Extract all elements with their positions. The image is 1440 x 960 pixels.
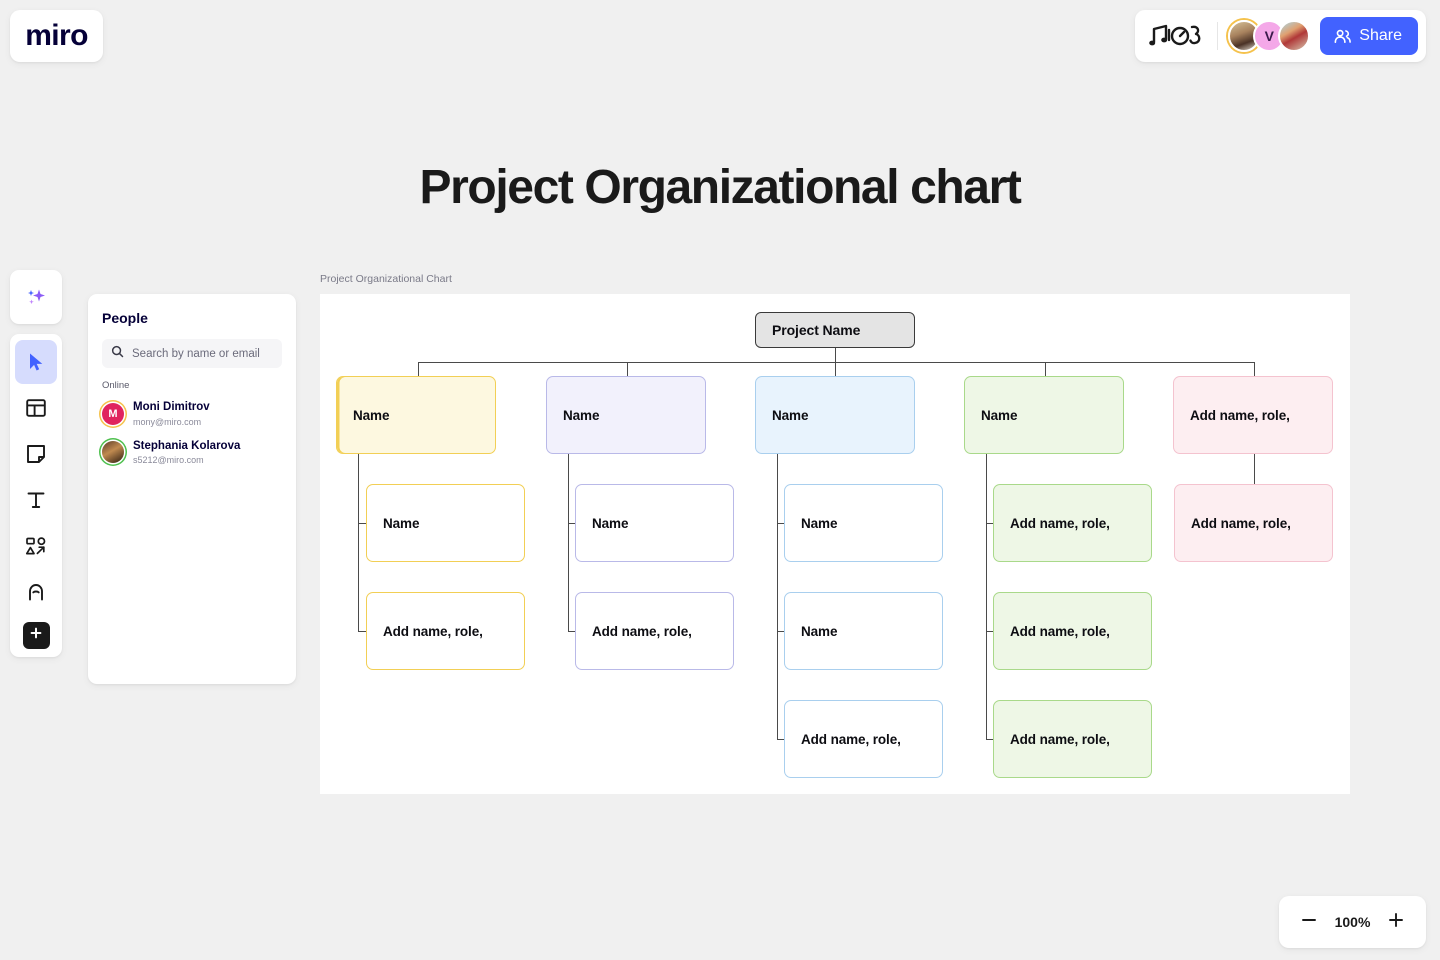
connector-spine (777, 454, 778, 739)
templates-icon (24, 396, 48, 420)
music-notes-timer-doodle-icon[interactable] (1149, 21, 1207, 51)
top-right-toolbar: V Share (1135, 10, 1426, 62)
toolbar-divider (1217, 22, 1218, 50)
connector-child (777, 739, 784, 740)
zoom-level-value[interactable]: 100% (1335, 914, 1371, 930)
cursor-select-icon (25, 351, 47, 373)
sidebar-item-shapes[interactable] (15, 524, 57, 568)
sticky-note-icon (24, 442, 48, 466)
connector-child (568, 631, 575, 632)
sidebar-item-select[interactable] (15, 340, 57, 384)
connector-spine (358, 454, 359, 631)
plus-icon (1386, 910, 1406, 935)
org-node-child[interactable]: Name (784, 592, 943, 670)
person-name: Stephania Kolarova (133, 439, 240, 455)
org-node-child[interactable]: Add name, role, (366, 592, 525, 670)
avatar (102, 441, 124, 463)
people-search-box[interactable] (102, 339, 282, 368)
toolbar-main-panel (10, 334, 62, 657)
avatar: M (102, 403, 124, 425)
org-node-child[interactable]: Add name, role, (784, 700, 943, 778)
list-item[interactable]: M Moni Dimitrov mony@miro.com (102, 400, 282, 428)
sidebar-item-more-apps[interactable] (23, 622, 50, 649)
org-node-child[interactable]: Add name, role, (993, 484, 1152, 562)
people-panel: People Online M Moni Dimitrov mony@miro.… (88, 294, 296, 684)
org-node-child[interactable]: Name (575, 484, 734, 562)
connector-branch (835, 362, 836, 376)
connector-branch (1254, 362, 1255, 376)
people-panel-title: People (102, 310, 282, 326)
org-node-child[interactable]: Name (784, 484, 943, 562)
org-chart-layer: Project Name Name Name Add name, role, Name N… (320, 294, 1350, 794)
connector-child (777, 523, 784, 524)
sidebar-item-templates[interactable] (15, 386, 57, 430)
org-node-head[interactable]: Add name, role, (1173, 376, 1333, 454)
zoom-control: 100% (1279, 896, 1426, 948)
connector-child (777, 631, 784, 632)
online-section-label: Online (102, 380, 282, 391)
sidebar-item-pen[interactable] (15, 570, 57, 614)
connector-child (986, 631, 993, 632)
frame-label: Project Organizational Chart (320, 273, 452, 285)
pen-icon (24, 580, 48, 604)
org-node-head[interactable]: Name (336, 376, 496, 454)
connector-child (986, 739, 993, 740)
org-node-child[interactable]: Add name, role, (993, 700, 1152, 778)
share-label: Share (1359, 27, 1402, 45)
miro-logo[interactable]: miro (10, 10, 103, 62)
toolbar-ai-panel (10, 270, 62, 324)
ai-sparkle-icon (23, 284, 49, 310)
org-node-root[interactable]: Project Name (755, 312, 915, 348)
page-title: Project Organizational chart (0, 160, 1440, 215)
connector-branch (1045, 362, 1046, 376)
list-item[interactable]: Stephania Kolarova s5212@miro.com (102, 439, 282, 467)
connector-root-stem (835, 347, 836, 362)
person-name: Moni Dimitrov (133, 400, 210, 416)
zoom-out-button[interactable] (1297, 910, 1321, 934)
avatar-initial: V (1265, 28, 1274, 44)
org-node-head[interactable]: Name (755, 376, 915, 454)
search-icon (111, 345, 124, 363)
zoom-in-button[interactable] (1384, 910, 1408, 934)
plus-icon (29, 626, 43, 645)
sidebar-item-text[interactable] (15, 478, 57, 522)
miro-board-app: miro V (0, 0, 1440, 960)
shapes-icon (24, 534, 48, 558)
person-email: mony@miro.com (133, 416, 210, 428)
connector-branch (418, 362, 419, 376)
org-node-child[interactable]: Add name, role, (575, 592, 734, 670)
collaborator-avatars: V (1228, 20, 1310, 52)
avatar-initial: M (108, 408, 117, 420)
org-node-child[interactable]: Add name, role, (1174, 484, 1333, 562)
sidebar-item-sticky-note[interactable] (15, 432, 57, 476)
org-node-head[interactable]: Name (964, 376, 1124, 454)
connector-child (358, 523, 366, 524)
search-input[interactable] (132, 348, 286, 360)
org-node-child[interactable]: Name (366, 484, 525, 562)
text-icon (24, 488, 48, 512)
avatar[interactable] (1278, 20, 1310, 52)
org-node-child[interactable]: Add name, role, (993, 592, 1152, 670)
connector-child (1254, 454, 1255, 484)
connector-child (986, 523, 993, 524)
miro-logo-text: miro (25, 19, 88, 53)
person-email: s5212@miro.com (133, 454, 240, 466)
org-node-head[interactable]: Name (546, 376, 706, 454)
connector-child (568, 523, 575, 524)
connector-spine (568, 454, 569, 631)
sidebar-item-miro-ai[interactable] (15, 275, 57, 319)
share-button[interactable]: Share (1320, 17, 1418, 55)
minus-icon (1299, 910, 1319, 935)
connector-branch (627, 362, 628, 376)
connector-child (358, 631, 366, 632)
people-icon (1333, 27, 1352, 46)
connector-spine (986, 454, 987, 739)
org-chart-frame: Project Name Name Name Add name, role, Name N… (320, 294, 1350, 794)
